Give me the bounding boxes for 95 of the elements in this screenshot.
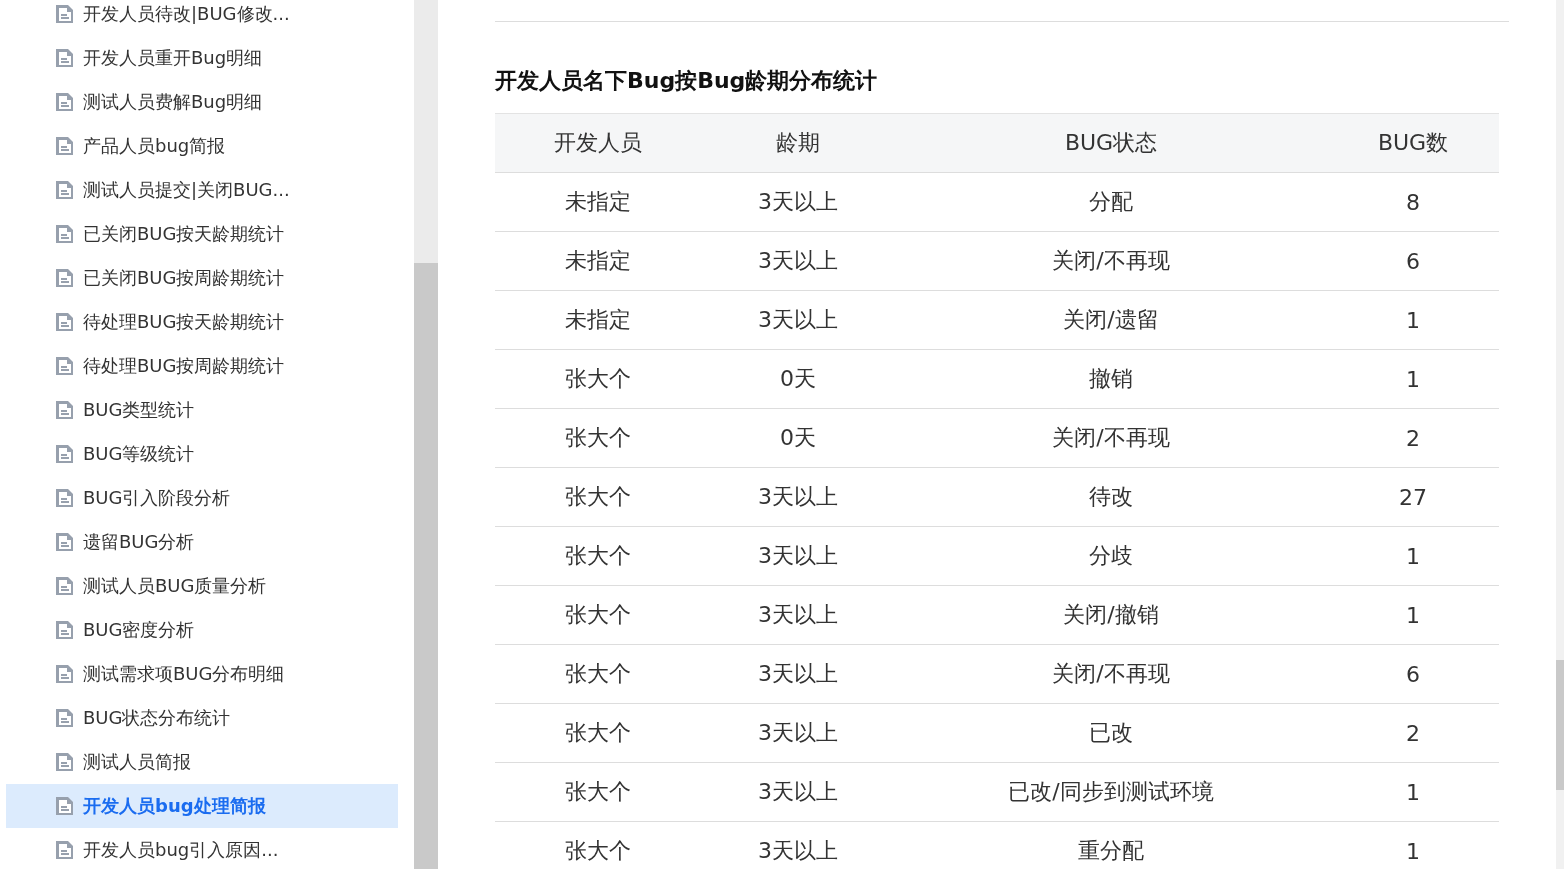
document-icon [55, 48, 74, 68]
table-cell: 1 [1327, 290, 1499, 350]
table-cell: 关闭/不再现 [895, 408, 1327, 468]
table-cell: 1 [1327, 762, 1499, 822]
sidebar-item[interactable]: BUG密度分析 [6, 608, 398, 652]
table-cell: 分歧 [895, 526, 1327, 586]
table-cell: 未指定 [495, 290, 701, 350]
sidebar-item[interactable]: 测试人员BUG质量分析 [6, 564, 398, 608]
sidebar-item[interactable]: 待处理BUG按周龄期统计 [6, 344, 398, 388]
table-cell: 2 [1327, 703, 1499, 763]
sidebar-item[interactable]: 产品人员bug简报 [6, 124, 398, 168]
table-cell: 张大个 [495, 349, 701, 409]
sidebar-item[interactable]: 遗留BUG分析 [6, 520, 398, 564]
table-cell: 关闭/遗留 [895, 290, 1327, 350]
table-cell: 3天以上 [701, 231, 895, 291]
table-cell: 3天以上 [701, 821, 895, 869]
document-icon [55, 576, 74, 596]
table-cell: 重分配 [895, 821, 1327, 869]
table-cell: 撤销 [895, 349, 1327, 409]
column-header: 龄期 [701, 113, 895, 173]
table-cell: 1 [1327, 349, 1499, 409]
sidebar-item[interactable]: BUG状态分布统计 [6, 696, 398, 740]
document-icon [55, 400, 74, 420]
document-icon [55, 92, 74, 112]
table-cell: 27 [1327, 467, 1499, 527]
document-icon [55, 136, 74, 156]
sidebar-item[interactable]: 已关闭BUG按周龄期统计 [6, 256, 398, 300]
table-cell: 1 [1327, 526, 1499, 586]
sidebar-item[interactable]: 待处理BUG按天龄期统计 [6, 300, 398, 344]
table-cell: 0天 [701, 349, 895, 409]
sidebar-item[interactable]: 开发人员bug引入原因... [6, 828, 398, 869]
table-cell: 张大个 [495, 762, 701, 822]
document-icon [55, 356, 74, 376]
column-header: BUG数 [1327, 113, 1499, 173]
document-icon [55, 664, 74, 684]
table-cell: 未指定 [495, 231, 701, 291]
document-icon [55, 796, 74, 816]
table-cell: 已改 [895, 703, 1327, 763]
sidebar-item[interactable]: 已关闭BUG按天龄期统计 [6, 212, 398, 256]
table-cell: 3天以上 [701, 467, 895, 527]
scrollbar[interactable] [1556, 0, 1564, 869]
document-icon [55, 180, 74, 200]
table-cell: 张大个 [495, 644, 701, 704]
table-cell: 张大个 [495, 408, 701, 468]
sidebar-item[interactable]: 测试人员费解Bug明细 [6, 80, 398, 124]
sidebar-item[interactable]: 测试需求项BUG分布明细 [6, 652, 398, 696]
table-cell: 未指定 [495, 172, 701, 232]
table-cell: 张大个 [495, 585, 701, 645]
document-icon [55, 840, 74, 860]
sidebar-item[interactable]: 开发人员bug处理简报 [6, 784, 398, 828]
table-cell: 3天以上 [701, 644, 895, 704]
column-header: 开发人员 [495, 113, 701, 173]
table-cell: 关闭/撤销 [895, 585, 1327, 645]
table-cell: 张大个 [495, 467, 701, 527]
document-icon [55, 488, 74, 508]
table-cell: 0天 [701, 408, 895, 468]
sidebar-item[interactable]: BUG引入阶段分析 [6, 476, 398, 520]
table-cell: 1 [1327, 585, 1499, 645]
document-icon [55, 4, 74, 24]
column-header: BUG状态 [895, 113, 1327, 173]
table-cell: 6 [1327, 644, 1499, 704]
sidebar-item[interactable]: BUG类型统计 [6, 388, 398, 432]
sidebar-item[interactable]: 测试人员提交|关闭BUG... [6, 168, 398, 212]
scrollbar[interactable] [414, 0, 438, 869]
table-cell: 3天以上 [701, 762, 895, 822]
section-title: 开发人员名下Bug按Bug龄期分布统计 [495, 67, 879, 95]
table-cell: 2 [1327, 408, 1499, 468]
table-cell: 张大个 [495, 703, 701, 763]
table-cell: 关闭/不再现 [895, 644, 1327, 704]
table-cell: 8 [1327, 172, 1499, 232]
table-cell: 关闭/不再现 [895, 231, 1327, 291]
table-cell: 1 [1327, 821, 1499, 869]
table-cell: 6 [1327, 231, 1499, 291]
table-cell: 张大个 [495, 821, 701, 869]
table-cell: 3天以上 [701, 290, 895, 350]
document-icon [55, 268, 74, 288]
table-cell: 待改 [895, 467, 1327, 527]
table-cell: 3天以上 [701, 703, 895, 763]
table-cell: 3天以上 [701, 172, 895, 232]
table-cell: 张大个 [495, 526, 701, 586]
sidebar-item[interactable]: 测试人员简报 [6, 740, 398, 784]
document-icon [55, 708, 74, 728]
document-icon [55, 752, 74, 772]
table-cell: 已改/同步到测试环境 [895, 762, 1327, 822]
document-icon [55, 532, 74, 552]
document-icon [55, 444, 74, 464]
table-cell: 3天以上 [701, 526, 895, 586]
document-icon [55, 312, 74, 332]
table-cell: 分配 [895, 172, 1327, 232]
document-icon [55, 620, 74, 640]
document-icon [55, 224, 74, 244]
table-cell: 3天以上 [701, 585, 895, 645]
sidebar-item[interactable]: 开发人员待改|BUG修改... [6, 0, 398, 36]
sidebar-item[interactable]: BUG等级统计 [6, 432, 398, 476]
sidebar-item[interactable]: 开发人员重开Bug明细 [6, 36, 398, 80]
